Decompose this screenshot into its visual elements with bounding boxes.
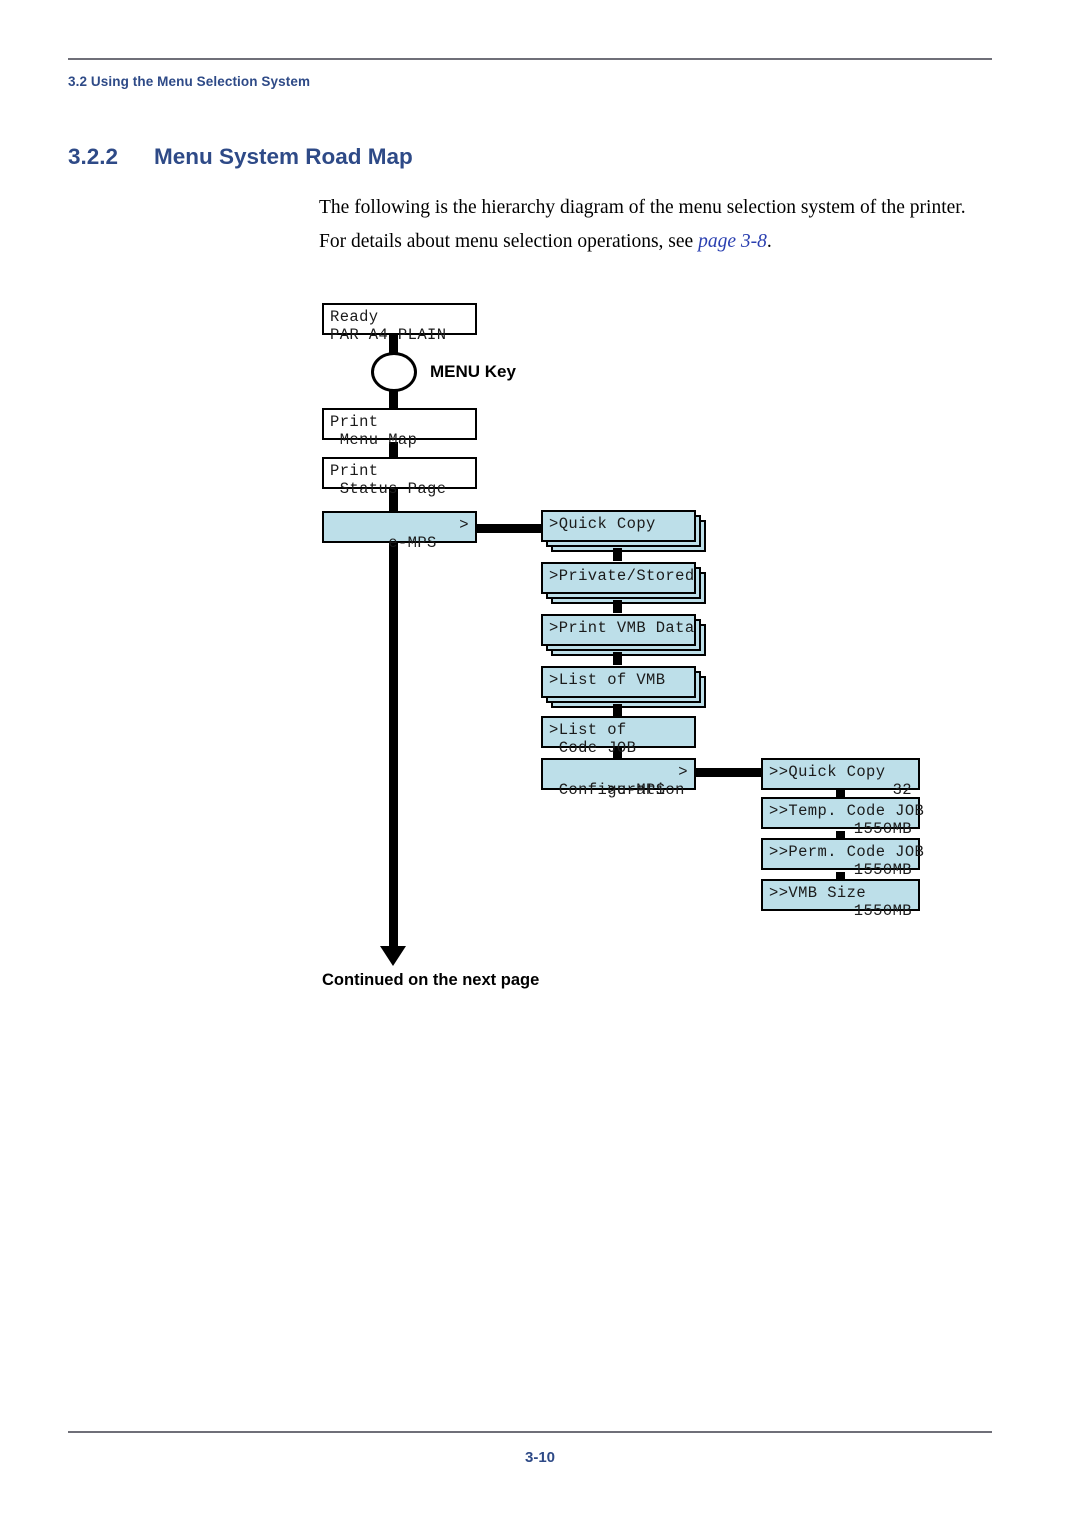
lcd-line-2-value: 1550MB [853,901,912,920]
footer-rule [68,1431,992,1433]
lcd-box-e-mps[interactable]: e-MPS > [322,511,477,551]
submenu-arrow-icon: > [459,516,469,534]
lcd-line-2: 1550MB [769,901,912,921]
lcd-line-2: Configuration [549,780,685,799]
lcd-line-2-value: 1550MB [853,819,912,838]
lcd-line-1: >>Quick Copy [769,763,886,781]
lcd-box-e-mps-configuration[interactable]: >e-MPS > Configuration [541,758,696,798]
lcd-line-2 [549,690,688,708]
lcd-line-1: >List of VMB [549,671,666,689]
submenu-arrow-icon: > [678,763,688,781]
lcd-line-2: Status Page [330,479,447,498]
lcd-box-quick-copy-count[interactable]: >>Quick Copy 32 [761,758,920,798]
lcd-line-2: Size 1550MB [769,819,912,855]
lcd-box-temp-code-job-size[interactable]: >>Temp. Code JOB Size 1550MB [761,797,925,855]
lcd-line-1: Print [330,413,379,431]
lcd-box-private-stored[interactable]: >Private/Stored [541,562,696,594]
lcd-line-1: >>Temp. Code JOB [769,802,925,820]
menu-key-label: MENU Key [430,362,516,381]
lcd-line-2: Code JOB [549,738,637,757]
lcd-line-1: >e-MPS > [549,763,688,798]
lcd-box-list-of-code-job[interactable]: >List of Code JOB [541,716,696,756]
lcd-box-print-status-page[interactable]: Print Status Page [322,457,477,497]
menu-system-road-map-diagram: MENU Key Ready PAR A4 PLAIN Print Menu M… [0,0,1080,1528]
lcd-line-1: >Print VMB Data [549,619,695,637]
connector-empsconfig-to-quickcopycount [693,768,761,777]
lcd-line-1: Ready [330,308,379,326]
lcd-line-1: >Private/Stored [549,567,695,585]
lcd-line-2 [549,638,688,656]
lcd-line-2 [549,586,688,604]
lcd-box-quick-copy[interactable]: >Quick Copy [541,510,696,542]
continued-on-next-page-label: Continued on the next page [322,971,540,989]
lcd-line-1: >Quick Copy [549,515,656,533]
lcd-line-1: e-MPS > [330,516,469,551]
lcd-line-1: >>Perm. Code JOB [769,843,925,861]
lcd-line-1: Print [330,462,379,480]
lcd-box-vmb-size[interactable]: >>VMB Size 1550MB [761,879,920,919]
arrow-down-icon [380,946,406,966]
lcd-line-2: Size 1550MB [769,860,912,896]
lcd-box-print-menu-map[interactable]: Print Menu Map [322,408,477,448]
lcd-box-ready-display[interactable]: Ready PAR A4 PLAIN [322,303,477,343]
page-number: 3-10 [524,1449,556,1466]
lcd-box-perm-code-job-size[interactable]: >>Perm. Code JOB Size 1550MB [761,838,925,896]
lcd-line-2: Menu Map [330,430,418,449]
menu-key-button[interactable] [371,352,417,392]
connector-emps-to-next-page [389,540,398,950]
lcd-line-2-value: 1550MB [853,860,912,879]
lcd-box-list-of-vmb[interactable]: >List of VMB [541,666,696,698]
lcd-line-1: >>VMB Size [769,884,867,902]
lcd-line-1: >List of [549,721,627,739]
lcd-line-2 [549,534,688,552]
lcd-line-2: PAR A4 PLAIN [330,325,447,344]
lcd-line-2 [330,535,469,553]
lcd-box-print-vmb-data[interactable]: >Print VMB Data [541,614,696,646]
connector-emps-to-quickcopy [474,524,544,533]
